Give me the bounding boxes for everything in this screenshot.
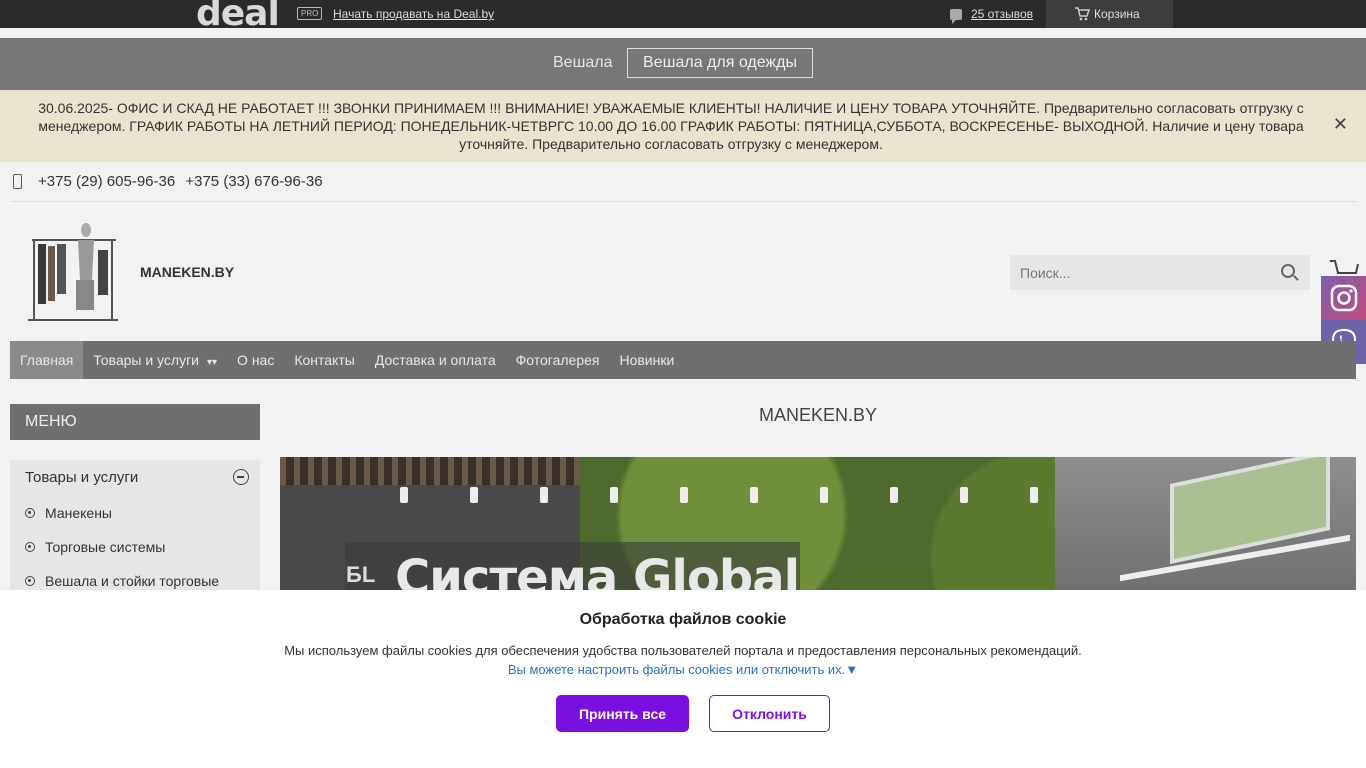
sidebar-menu: Товары и услуги Манекены Торговые систем… — [10, 460, 260, 600]
close-icon[interactable]: ✕ — [1333, 115, 1348, 133]
phone-icon — [13, 174, 22, 189]
sidebar-menu-title: МЕНЮ — [10, 404, 260, 440]
nav-item-contacts[interactable]: Контакты — [284, 341, 364, 379]
cart-icon — [1075, 7, 1090, 21]
bullet-icon — [25, 576, 35, 586]
notice-text: 30.06.2025- ОФИС И СКАД НЕ РАБОТАЕТ !!! … — [38, 100, 1304, 152]
sidebar-item-mannequins[interactable]: Манекены — [25, 505, 112, 521]
cookie-title: Обработка файлов cookie — [579, 611, 787, 628]
comment-icon — [950, 9, 962, 25]
start-selling-link[interactable]: Начать продавать на Deal.by — [333, 7, 494, 21]
sidebar-item-label: Вешала и стойки торговые — [45, 573, 220, 589]
sidebar-item-racks[interactable]: Вешала и стойки торговые — [25, 573, 219, 589]
cart-icon[interactable] — [1329, 258, 1359, 278]
cart-label: Корзина — [1094, 7, 1140, 21]
reviews-link[interactable]: 25 отзывов — [950, 7, 1034, 25]
nav-item-products[interactable]: Товары и услуги ▾▾ — [83, 341, 227, 379]
banner-mini-label: БL — [346, 562, 376, 587]
sidebar-item-trade-systems[interactable]: Торговые системы — [25, 539, 165, 555]
nav-item-delivery[interactable]: Доставка и оплата — [365, 341, 506, 379]
search-box — [1010, 255, 1310, 290]
main-nav: Главная Товары и услуги ▾▾ О нас Контакты… — [10, 341, 1356, 379]
decline-button[interactable]: Отклонить — [709, 695, 830, 732]
phones-bar: +375 (29) 605-96-36 +375 (33) 676-96-36 — [10, 162, 1356, 202]
hero-banner[interactable]: БL Система Global — [280, 457, 1356, 600]
cookie-description: Мы используем файлы cookies для обеспече… — [284, 643, 1082, 658]
bullet-icon — [25, 542, 35, 552]
store-logo[interactable] — [24, 220, 120, 328]
sidebar-category[interactable]: Товары и услуги — [25, 469, 138, 486]
nav-item-label: Товары и услуги — [93, 352, 199, 368]
bullet-icon — [25, 508, 35, 518]
nav-item-about[interactable]: О нас — [227, 341, 284, 379]
brand-name[interactable]: MANEKEN.BY — [140, 264, 234, 280]
phone-number-2[interactable]: +375 (33) 676-96-36 — [185, 173, 322, 190]
category-current-button[interactable]: Вешала для одежды — [627, 48, 813, 78]
instagram-button[interactable] — [1321, 276, 1366, 320]
cookie-dialog: Обработка файлов cookie Мы используем фа… — [0, 590, 1366, 768]
reviews-label: 25 отзывов — [971, 7, 1034, 21]
deal-top-bar: deal PRO Начать продавать на Deal.by 25 … — [0, 0, 1366, 28]
nav-item-home[interactable]: Главная — [10, 341, 84, 379]
search-input[interactable] — [1010, 255, 1260, 290]
cart-button[interactable]: Корзина — [1046, 0, 1173, 28]
sidebar-item-label: Манекены — [45, 505, 112, 521]
instagram-icon — [1330, 284, 1357, 312]
notice-banner: 30.06.2025- ОФИС И СКАД НЕ РАБОТАЕТ !!! … — [0, 90, 1366, 162]
nav-item-new[interactable]: Новинки — [609, 341, 684, 379]
collapse-icon[interactable] — [233, 469, 249, 485]
nav-item-gallery[interactable]: Фотогалерея — [506, 341, 610, 379]
phone-number-1[interactable]: +375 (29) 605-96-36 — [38, 173, 175, 190]
pro-badge: PRO — [297, 7, 323, 20]
accept-all-button[interactable]: Принять все — [556, 695, 689, 732]
page-title: MANEKEN.BY — [758, 405, 878, 425]
search-icon[interactable] — [1281, 264, 1295, 278]
sidebar-item-label: Торговые системы — [45, 539, 166, 555]
category-parent-link[interactable]: Вешала — [553, 54, 613, 72]
cookie-settings-link[interactable]: Вы можете настроить файлы cookies или от… — [0, 662, 1366, 677]
deal-logo[interactable]: deal — [196, 0, 279, 28]
chevron-down-icon: ▾▾ — [207, 357, 218, 368]
category-bar: Вешала Вешала для одежды — [0, 38, 1366, 90]
banner-lights — [340, 487, 1120, 507]
